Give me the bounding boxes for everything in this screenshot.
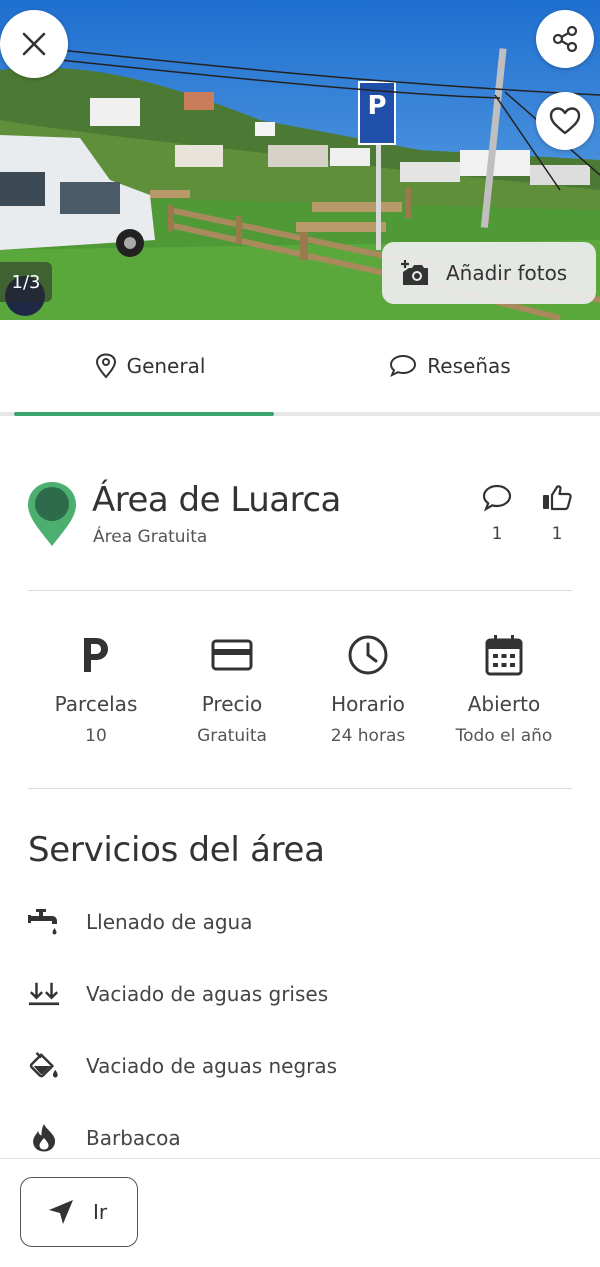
map-pin-icon (28, 482, 76, 546)
go-button[interactable]: Ir (20, 1177, 138, 1247)
share-icon (552, 25, 578, 53)
navigation-arrow-icon (49, 1200, 73, 1224)
tab-bar: General Reseñas (0, 320, 600, 416)
info-value: Todo el año (455, 726, 553, 746)
tab-resenas-label: Reseñas (427, 354, 511, 378)
info-parcelas: Parcelas 10 (28, 632, 164, 746)
photo-counter: 1/3 (0, 262, 52, 302)
place-type: Área Gratuita (93, 527, 208, 547)
add-photos-button[interactable]: Añadir fotos (382, 242, 596, 304)
active-tab-indicator (14, 412, 274, 416)
comments-stat[interactable]: 1 (477, 484, 517, 544)
favorite-button[interactable] (536, 92, 594, 150)
likes-count: 1 (551, 524, 563, 544)
info-label: Abierto (467, 692, 541, 716)
comments-count: 1 (491, 524, 503, 544)
paint-bucket-drop-icon (29, 1051, 58, 1078)
service-label: Barbacoa (86, 1126, 181, 1150)
service-label: Llenado de agua (86, 910, 253, 934)
thumbs-up-icon (543, 485, 572, 511)
service-item: Llenado de agua (28, 902, 252, 942)
bottom-action-bar: Ir (0, 1158, 600, 1267)
divider (28, 590, 572, 591)
chat-bubble-icon (390, 354, 417, 377)
tab-resenas[interactable]: Reseñas (300, 320, 600, 412)
close-icon (22, 32, 46, 56)
fire-icon (33, 1124, 56, 1152)
service-label: Vaciado de aguas negras (86, 1054, 338, 1078)
info-value: 10 (85, 726, 107, 746)
info-value: Gratuita (197, 726, 267, 746)
tab-general-label: General (126, 354, 206, 378)
double-down-arrow-icon (28, 982, 60, 1006)
heart-icon (549, 107, 581, 135)
tab-general[interactable]: General (0, 320, 300, 412)
service-label: Vaciado de aguas grises (86, 982, 329, 1006)
water-tap-icon (28, 909, 57, 935)
go-button-label: Ir (93, 1200, 108, 1224)
info-abierto: Abierto Todo el año (436, 632, 572, 746)
place-title: Área de Luarca (92, 480, 341, 520)
service-item: Vaciado de aguas negras (28, 1046, 337, 1086)
info-horario: Horario 24 horas (300, 632, 436, 746)
likes-stat[interactable]: 1 (537, 484, 577, 544)
clock-icon (348, 635, 388, 675)
service-item: Barbacoa (28, 1118, 181, 1158)
parking-sign-text: P (367, 91, 386, 121)
comment-icon (482, 484, 512, 512)
info-value: 24 horas (330, 726, 406, 746)
service-item: Vaciado de aguas grises (28, 974, 328, 1014)
share-button[interactable] (536, 10, 594, 68)
parking-icon (84, 638, 108, 672)
credit-card-icon (211, 639, 253, 671)
photo-gallery[interactable]: P 1/3 Añadir fotos (0, 0, 600, 320)
services-title: Servicios del área (28, 830, 325, 870)
calendar-icon (485, 635, 523, 676)
add-photos-label: Añadir fotos (446, 261, 568, 285)
location-pin-icon (95, 353, 116, 379)
info-precio: Precio Gratuita (164, 632, 300, 746)
divider (28, 788, 572, 789)
info-label: Horario (331, 692, 405, 716)
info-label: Parcelas (54, 692, 138, 716)
add-photo-icon (401, 260, 428, 285)
close-button[interactable] (0, 10, 68, 78)
info-label: Precio (201, 692, 263, 716)
